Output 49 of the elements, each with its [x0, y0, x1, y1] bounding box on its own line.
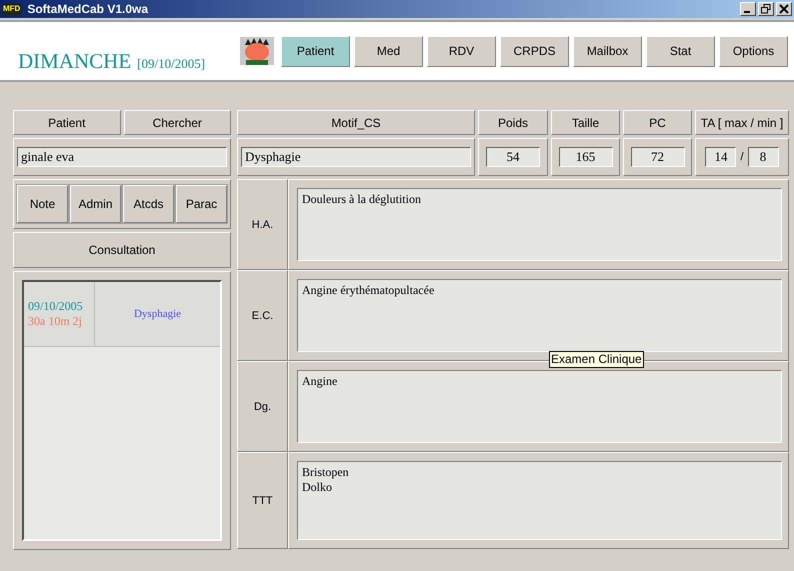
restore-button[interactable]	[758, 2, 774, 16]
app-icon: MFD	[2, 3, 22, 15]
minimize-button[interactable]	[740, 2, 756, 16]
ta-min-field[interactable]: 8	[748, 147, 779, 167]
section-label: E.C.	[252, 310, 274, 322]
close-icon	[779, 4, 789, 14]
close-button[interactable]	[776, 2, 792, 16]
nav-tab[interactable]: Options	[719, 36, 788, 66]
tooltip: Examen Clinique	[549, 351, 644, 368]
nav-tab[interactable]: Patient	[281, 36, 350, 66]
nav-tab[interactable]: Med	[354, 36, 423, 66]
consultation-button[interactable]: Consultation	[13, 232, 231, 268]
text-area[interactable]: Angine érythématopultacée	[297, 279, 782, 352]
vital-field[interactable]: 54	[486, 147, 540, 167]
nav-tab[interactable]: RDV	[427, 36, 496, 66]
section-label: H.A.	[252, 218, 274, 230]
restore-icon	[761, 4, 771, 14]
vital-field[interactable]: 72	[630, 147, 684, 167]
patient-button[interactable]: Patient	[13, 110, 120, 135]
vital-field[interactable]: 165	[558, 147, 612, 167]
column-header: Poids	[478, 110, 548, 135]
record-button[interactable]: Atcds	[123, 185, 174, 223]
column-header: Taille	[551, 110, 620, 135]
nav-tab[interactable]: CRPDS	[500, 36, 569, 66]
consultation-motif[interactable]: Dysphagie	[134, 308, 182, 320]
record-button[interactable]: Note	[17, 185, 68, 223]
text-area[interactable]: Bristopen Dolko	[297, 461, 782, 540]
patient-age: 30a 10m 2j	[28, 314, 83, 329]
section-label: Dg.	[254, 400, 272, 412]
separator-label: /	[740, 151, 744, 163]
text-area[interactable]: Angine	[297, 370, 782, 443]
date-label: [09/10/2005]	[137, 56, 206, 72]
record-button[interactable]: Parac	[176, 185, 227, 223]
column-header: PC	[623, 110, 692, 135]
section-label: TTT	[252, 494, 273, 506]
column-header: Motif_CS	[237, 110, 475, 135]
patient-name-field[interactable]: ginale eva	[17, 147, 227, 167]
record-button[interactable]: Admin	[70, 185, 121, 223]
nav-tab[interactable]: Stat	[646, 36, 715, 66]
text-area[interactable]: Douleurs à la déglutition	[297, 188, 782, 261]
window-title: SoftaMedCab V1.0wa	[27, 2, 150, 16]
day-title: DIMANCHE	[18, 48, 132, 74]
search-button[interactable]: Chercher	[124, 110, 231, 135]
motif-field[interactable]: Dysphagie	[241, 147, 471, 167]
column-header: TA [ max / min ]	[695, 110, 789, 135]
logo-icon	[240, 37, 274, 65]
nav-tab[interactable]: Mailbox	[573, 36, 642, 66]
minimize-icon	[744, 11, 750, 13]
ta-max-field[interactable]: 14	[705, 147, 736, 167]
